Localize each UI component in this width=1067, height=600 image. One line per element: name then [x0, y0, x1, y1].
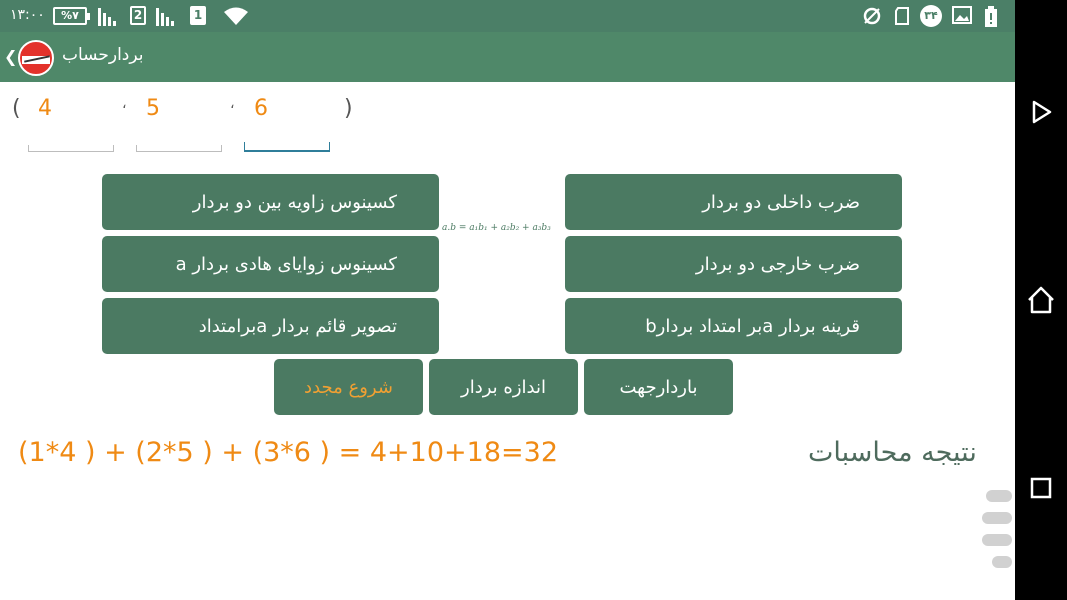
close-paren: ): [344, 96, 353, 121]
orthogonal-projection-button[interactable]: تصویر قائم بردار aبرامتداد: [102, 298, 439, 354]
data-saver-icon: [862, 6, 882, 26]
cross-product-button[interactable]: ضرب خارجی دو بردار: [565, 236, 902, 292]
direction-cosines-button[interactable]: کسینوس زوایای هادی بردار a: [102, 236, 439, 292]
sd-card-icon: [894, 6, 912, 26]
home-icon[interactable]: [1025, 284, 1057, 316]
separator-comma: ،: [230, 96, 235, 112]
system-navigation-bar: [1015, 0, 1067, 600]
unit-vector-button[interactable]: باردارجهت: [584, 359, 733, 415]
sim-card-icon: 2: [130, 6, 146, 25]
back-triangle-icon[interactable]: [1025, 96, 1057, 128]
result-label: نتیجه محاسبات: [808, 437, 977, 468]
restart-button[interactable]: شروع مجدد: [274, 359, 423, 415]
direction-cosines-label: کسینوس زوایای هادی بردار a: [175, 253, 397, 275]
signal-icon: [98, 6, 120, 26]
restart-label: شروع مجدد: [304, 376, 393, 398]
wifi-icon: [222, 6, 250, 26]
unit-vector-label: باردارجهت: [619, 376, 698, 398]
sim-card-icon: 1: [190, 6, 206, 25]
vector-component-z-value: 6: [254, 96, 268, 121]
dot-product-button[interactable]: ضرب داخلی دو بردار: [565, 174, 902, 230]
vector-input-row: ( 4 ، 5 ، 6 ): [0, 90, 1015, 160]
vector-reflection-label: قرینه بردار aبر امتداد بردارb: [645, 315, 860, 337]
result-value: (1*4 ) + (2*5 ) + (3*6 ) = 4+10+18=32: [18, 437, 558, 468]
vector-component-z-input[interactable]: 6: [244, 92, 330, 152]
cosine-angle-label: کسینوس زاویه بین دو بردار: [192, 191, 397, 213]
app-logo-icon[interactable]: [18, 40, 54, 76]
recent-apps-icon[interactable]: [1025, 472, 1057, 504]
magnitude-button[interactable]: اندازه بردار: [429, 359, 578, 415]
vector-component-y-input[interactable]: 5: [136, 92, 222, 152]
dot-product-label: ضرب داخلی دو بردار: [702, 191, 860, 213]
watermark-logo-icon: [978, 466, 1015, 596]
battery-alert-icon: [984, 6, 998, 27]
cross-product-label: ضرب خارجی دو بردار: [695, 253, 860, 275]
status-time: ۱۳:۰۰: [10, 7, 45, 23]
vector-component-x-input[interactable]: 4: [28, 92, 114, 152]
battery-icon: %۷: [53, 7, 90, 25]
back-chevron-icon[interactable]: ❮: [4, 47, 17, 66]
notification-count-badge: ۳۴: [920, 5, 942, 27]
vector-reflection-button[interactable]: قرینه بردار aبر امتداد بردارb: [565, 298, 902, 354]
orthogonal-projection-label: تصویر قائم بردار aبرامتداد: [198, 315, 397, 337]
separator-comma: ،: [122, 96, 127, 112]
open-paren: (: [12, 96, 21, 121]
signal-icon: [156, 6, 178, 26]
app-bar: ❮ بردارحساب: [0, 32, 1015, 82]
image-icon: [952, 6, 972, 26]
dot-product-formula: a.b = a₁b₁ + a₂b₂ + a₃b₃: [442, 223, 551, 233]
status-bar: ۱۳:۰۰ %۷ 2 1 ۳۴: [0, 0, 1015, 32]
cosine-angle-button[interactable]: کسینوس زاویه بین دو بردار: [102, 174, 439, 230]
vector-component-x-value: 4: [38, 96, 52, 121]
app-title: بردارحساب: [62, 45, 144, 65]
vector-component-y-value: 5: [146, 96, 160, 121]
app-screen: ۱۳:۰۰ %۷ 2 1 ۳۴ ❮ بردارحساب (4 ، 5 ، 6 …: [0, 0, 1015, 600]
magnitude-label: اندازه بردار: [461, 376, 546, 398]
